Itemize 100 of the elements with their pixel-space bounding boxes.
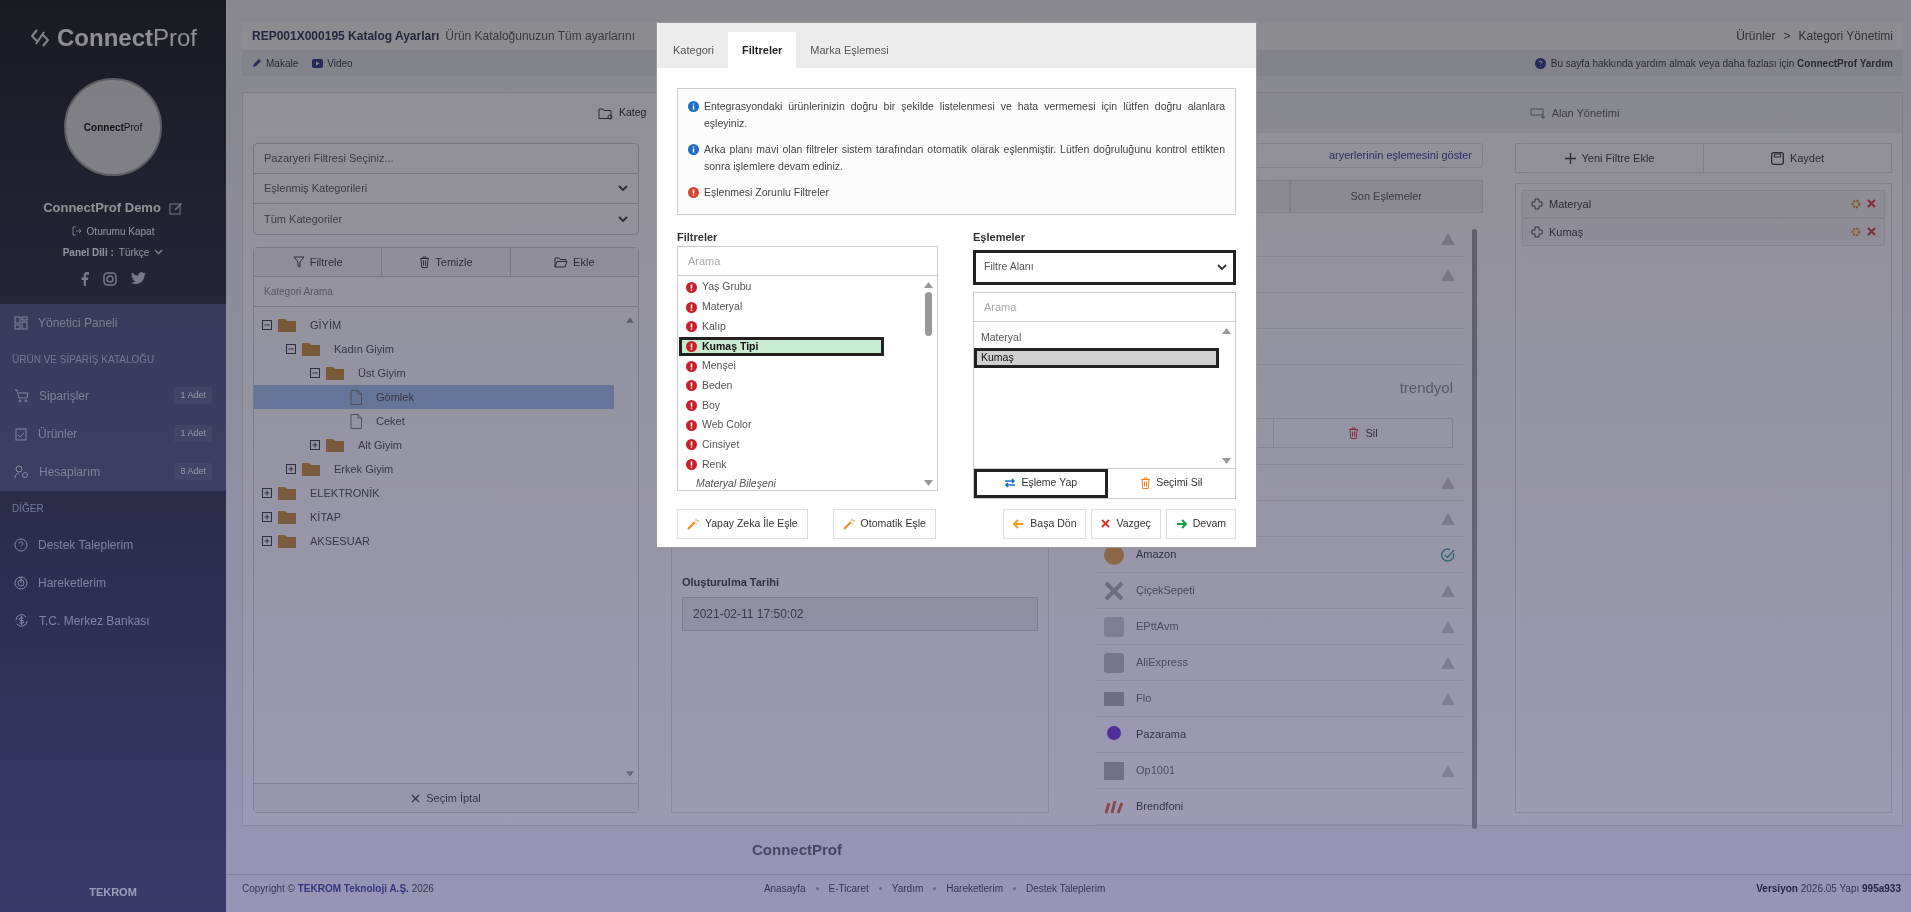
alert-icon [688,187,699,198]
gauge-icon [14,575,28,590]
header-link[interactable]: Makale [252,55,299,71]
language-select[interactable]: Türkçe [118,244,150,260]
footer-link[interactable]: Destek Taleplerim [1026,881,1106,896]
select-field[interactable]: Eşlenmiş Kategorileri [254,174,638,204]
tree-item[interactable]: KİTAP [254,505,614,529]
marketplace-filter-field[interactable]: Pazaryeri Filtresi Seçiniz... [254,144,638,174]
nav-button[interactable]: Vazgeç [1091,508,1161,539]
store-name: AliExpress [1136,655,1188,671]
file-icon [350,413,362,429]
footer-link[interactable]: Hareketlerim [946,881,1003,896]
section-label: Filtreler [677,230,718,245]
mapping-option[interactable]: Kumaş [974,347,1219,368]
delete-icon [1867,227,1876,236]
logout-link[interactable]: Oturumu Kapat [86,223,155,239]
filter-option[interactable]: Kalıp [679,316,884,337]
filter-option[interactable]: Materyal [679,297,884,317]
tree-item[interactable]: AKSESUAR [254,529,614,553]
filter-option[interactable]: Renk [679,454,884,475]
tree-item[interactable]: Erkek Giyim [254,457,614,481]
tree-item[interactable]: Kadın Giyim [254,337,614,361]
folder-icon [278,510,296,524]
menu-item[interactable]: T.C. Merkez Bankası [0,601,226,640]
filter-area-select[interactable]: Filtre Alanı [973,249,1236,285]
user-gear-icon [14,464,29,479]
tree-item[interactable]: Üst Giyim [254,361,614,385]
footer-link[interactable]: Yardım [891,881,924,896]
tree-item[interactable]: Gömlek [254,385,614,409]
menu-item[interactable]: Ürünler 1 Adet [0,414,226,453]
trash-icon [1140,477,1152,489]
filter-option[interactable]: Yaş Grubu [679,277,884,298]
filter-item[interactable]: Kumaş [1522,218,1885,246]
menu-item[interactable]: Destek Taleplerim [0,525,226,564]
save-icon [1770,151,1784,165]
tab[interactable]: Marka Eşlemesi [796,32,903,68]
swap-arrows-icon [1004,478,1017,488]
footer-brand: ConnectProf [752,839,842,860]
footer-link[interactable]: Anasayfa [763,881,806,896]
menu-section-title: ÜRÜN VE SİPARİŞ KATALOĞU [0,341,226,377]
mapping-option[interactable]: Materyal [974,327,1219,348]
count-badge: 1 Adet [174,386,212,405]
filter-option[interactable]: Kumaş Tipi [679,336,884,357]
caret-icon [618,185,628,192]
filter-option[interactable]: Beden [679,375,884,396]
filter-item[interactable]: Materyal [1522,190,1885,218]
nav-button[interactable]: Başa Dön [1003,508,1087,539]
alert-icon [686,459,697,471]
tab[interactable]: Son Eşlemeler [1289,180,1483,213]
breadcrumb-link[interactable]: Ürünler [1736,27,1776,45]
alert-icon [686,301,697,313]
folder-icon [278,486,296,500]
logout-icon [71,226,82,236]
tree-item[interactable]: ELEKTRONİK [254,481,614,505]
footer-link[interactable]: E-Ticaret [828,881,869,896]
menu-item[interactable]: Siparişler 1 Adet [0,376,226,415]
info-icon [688,144,699,155]
filter-option[interactable]: Menşei [679,356,884,376]
tree-item[interactable]: GİYİM [254,313,614,337]
input-field-icon [1529,107,1546,119]
store-name: Op1001 [1136,763,1176,779]
menu-item[interactable]: Yönetici Paneli [0,303,226,342]
close-icon [1101,519,1111,528]
filter-icon [292,256,305,268]
filter-option[interactable]: Cinsiyet [679,435,884,455]
menu-item[interactable]: Hareketlerim [0,563,226,602]
store-name: Flo [1136,691,1152,707]
tab[interactable]: Kategori [659,32,728,68]
folder-icon [278,318,296,332]
header-link[interactable]: Video [312,55,353,71]
menu-item[interactable]: Hesaplarım 8 Adet [0,452,226,491]
folder-icon [302,342,320,356]
category-search-field[interactable]: Kategori Arama [254,277,638,307]
language-label: Panel Dili : [62,245,114,260]
map-button[interactable]: Eşleme Yap [974,468,1108,498]
toolbar-button[interactable]: Ekle [510,248,638,276]
auto-match-button[interactable]: Yapay Zeka İle Eşle [677,508,808,539]
help-link[interactable]: ConnectProf Yardım [1797,57,1893,69]
select-field[interactable]: Tüm Kategoriler [254,204,638,234]
arrow-right-icon [1175,518,1187,529]
nav-button[interactable]: Devam [1165,508,1236,539]
field-label: Oluşturulma Tarihi [682,575,780,590]
toolbar-button[interactable]: Temizle [382,248,511,276]
auto-match-button[interactable]: Otomatik Eşle [832,508,936,539]
tab[interactable]: Filtreler [728,32,797,68]
trash-icon [1348,427,1360,439]
filter-option[interactable]: Web Color [679,415,884,435]
folder-icon [554,256,569,268]
toolbar-button[interactable]: Filtrele [254,248,383,276]
filter-option[interactable]: Boy [679,395,884,416]
facebook-icon [80,271,89,286]
tree-item[interactable]: Ceket [254,409,614,433]
filter-option[interactable]: Materyal Bileşeni [679,474,884,490]
scroll-up-icon [1222,327,1231,334]
logo: ConnectProf [57,23,197,53]
cancel-selection-button[interactable]: Seçim İptal [254,783,638,812]
menu-section-title: DİĞER [11,501,45,516]
avatar: ConnectProf [64,78,162,176]
tree-item[interactable]: Alt Giyim [254,433,614,457]
breadcrumb-separator: > [1783,28,1791,45]
